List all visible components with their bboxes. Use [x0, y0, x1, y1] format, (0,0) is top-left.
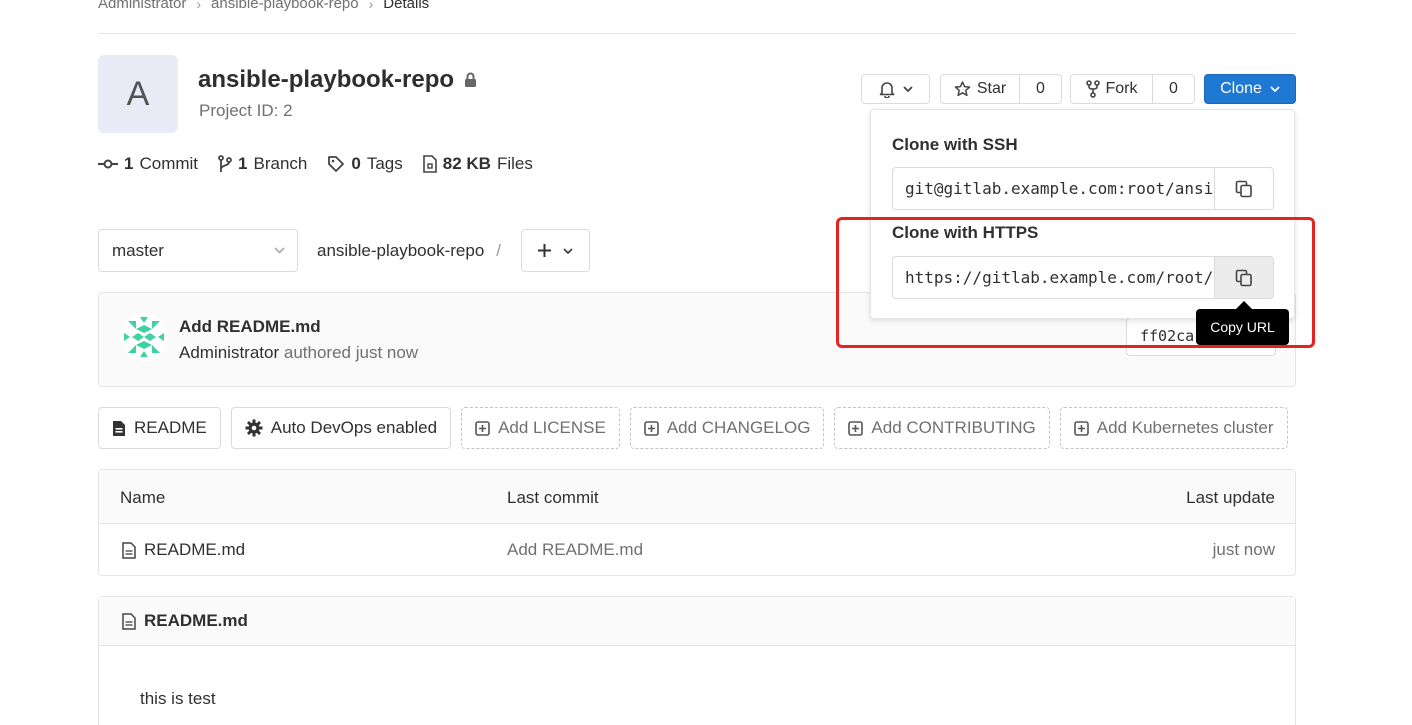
star-count[interactable]: 0: [1020, 74, 1062, 104]
plus-square-icon: [848, 420, 864, 436]
copy-icon: [1235, 180, 1253, 198]
fork-label: Fork: [1105, 80, 1138, 97]
copy-ssh-button[interactable]: [1214, 167, 1274, 210]
branches-stat[interactable]: 1 Branch: [218, 154, 307, 174]
notification-button[interactable]: [861, 74, 930, 104]
file-name: README.md: [144, 540, 246, 559]
files-stat[interactable]: 82 KB Files: [422, 154, 533, 174]
file-archive-icon: [422, 155, 437, 173]
branches-label: Branch: [253, 154, 308, 173]
add-kubernetes-label: Add Kubernetes cluster: [1096, 418, 1274, 437]
star-group: Star 0: [940, 74, 1062, 104]
gear-icon: [245, 419, 263, 437]
column-header-name: Name: [120, 488, 166, 507]
project-id: Project ID: 2: [199, 101, 293, 120]
file-updated: just now: [1212, 540, 1275, 559]
annotation-highlight-box: [836, 217, 1315, 348]
clone-label: Clone: [1220, 80, 1262, 97]
readme-body: this is test: [140, 689, 216, 708]
tags-stat[interactable]: 0 Tags: [327, 154, 403, 174]
lock-icon: [464, 72, 477, 88]
chevron-right-icon: ›: [196, 0, 202, 12]
clone-ssh-label: Clone with SSH: [892, 135, 1018, 154]
star-label: Star: [976, 80, 1007, 97]
project-name: ansible-playbook-repo: [198, 66, 455, 93]
star-button[interactable]: Star: [940, 74, 1020, 104]
file-table: Name Last commit Last update README.md A…: [98, 469, 1296, 576]
tags-count: 0: [351, 154, 361, 173]
project-title: ansible-playbook-repo: [198, 66, 477, 94]
commit-time: authored just now: [283, 343, 419, 362]
file-commit[interactable]: Add README.md: [507, 540, 643, 560]
readme-panel: README.md this is test: [98, 596, 1296, 725]
tag-icon: [327, 155, 345, 173]
commit-author-line: Administrator authored just now: [179, 343, 418, 363]
repo-path-link[interactable]: ansible-playbook-repo: [317, 241, 484, 261]
fork-count[interactable]: 0: [1153, 74, 1195, 104]
commit-title[interactable]: Add README.md: [179, 317, 321, 337]
add-file-button[interactable]: [521, 229, 590, 272]
chevron-down-icon: [1270, 86, 1280, 92]
auto-devops-button[interactable]: Auto DevOps enabled: [230, 407, 452, 449]
auto-devops-label: Auto DevOps enabled: [270, 418, 438, 437]
readme-button-label: README: [134, 418, 207, 437]
fork-icon: [1085, 80, 1100, 98]
column-header-last-update: Last update: [1186, 488, 1275, 507]
clone-button[interactable]: Clone: [1204, 74, 1296, 104]
branches-count: 1: [238, 154, 248, 173]
divider: [98, 33, 1296, 34]
add-contributing-label: Add CONTRIBUTING: [871, 418, 1036, 437]
avatar-letter: A: [126, 74, 150, 113]
plus-square-icon: [475, 420, 490, 436]
clone-ssh-input[interactable]: git@gitlab.example.com:root/ansible-play…: [892, 167, 1216, 210]
breadcrumb: Administrator › ansible-playbook-repo › …: [98, 0, 429, 12]
file-text-icon: [112, 420, 126, 437]
plus-icon: [538, 244, 551, 257]
star-icon: [954, 81, 971, 97]
readme-title[interactable]: README.md: [144, 611, 248, 631]
chevron-down-icon: [563, 247, 573, 254]
chevron-down-icon: [274, 247, 285, 254]
add-license-label: Add LICENSE: [498, 418, 606, 437]
add-changelog-label: Add CHANGELOG: [666, 418, 811, 437]
bell-icon: [879, 81, 895, 98]
branch-select[interactable]: master: [98, 229, 298, 272]
commit-author[interactable]: Administrator: [179, 343, 279, 362]
files-label: Files: [496, 154, 533, 173]
commits-count: 1: [124, 154, 134, 173]
plus-square-icon: [1073, 420, 1089, 436]
branch-name: master: [112, 240, 164, 260]
commit-icon: [98, 158, 118, 170]
repo-path: ansible-playbook-repo /: [317, 241, 501, 261]
branch-icon: [218, 155, 232, 173]
breadcrumb-item-owner[interactable]: Administrator: [98, 0, 186, 12]
breadcrumb-item-project[interactable]: ansible-playbook-repo: [211, 0, 359, 12]
add-changelog-button[interactable]: Add CHANGELOG: [629, 407, 825, 449]
file-icon: [122, 541, 136, 559]
breadcrumb-current[interactable]: Details: [383, 0, 429, 12]
project-avatar: A: [98, 55, 178, 133]
files-size: 82 KB: [442, 154, 491, 173]
plus-square-icon: [644, 420, 659, 436]
commits-label: Commit: [139, 154, 199, 173]
column-header-last-commit: Last commit: [507, 488, 599, 507]
project-stats: 1 Commit 1 Branch 0 Tags 82 KB Files: [98, 154, 533, 174]
tags-label: Tags: [366, 154, 403, 173]
table-header: Name Last commit Last update: [99, 470, 1295, 524]
path-separator: /: [496, 241, 502, 260]
add-license-button[interactable]: Add LICENSE: [461, 407, 620, 449]
commits-stat[interactable]: 1 Commit: [98, 154, 198, 174]
identicon-avatar: [120, 313, 168, 361]
quick-actions: README Auto DevOps enabled Add LICENSE A…: [98, 407, 1288, 449]
add-kubernetes-button[interactable]: Add Kubernetes cluster: [1059, 407, 1288, 449]
file-icon: [122, 612, 136, 630]
readme-header: README.md: [99, 597, 1295, 646]
chevron-down-icon: [902, 86, 913, 92]
readme-button[interactable]: README: [98, 407, 221, 449]
fork-button[interactable]: Fork: [1070, 74, 1153, 104]
fork-group: Fork 0: [1070, 74, 1195, 104]
chevron-right-icon: ›: [368, 0, 374, 12]
add-contributing-button[interactable]: Add CONTRIBUTING: [834, 407, 1050, 449]
file-name-cell[interactable]: README.md: [122, 540, 245, 560]
